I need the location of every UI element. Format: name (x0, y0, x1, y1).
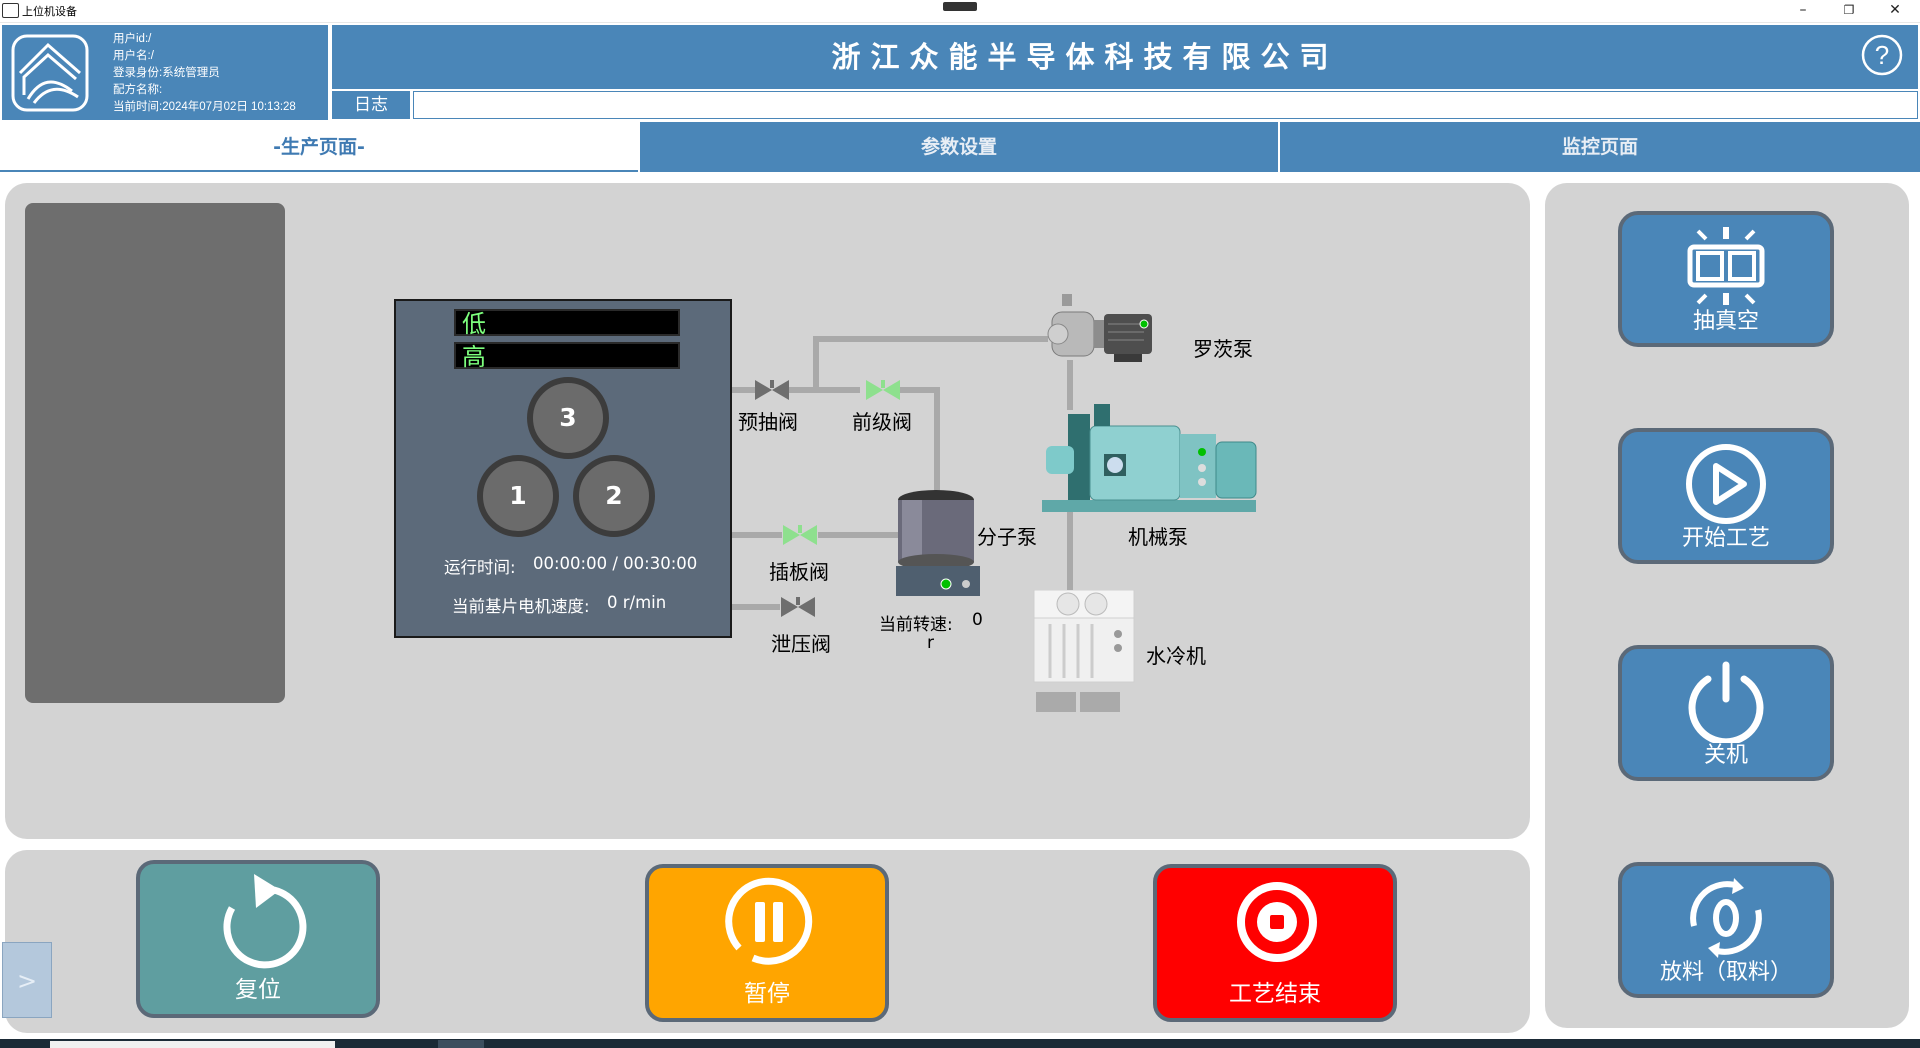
recipe-name: 配方名称: (113, 84, 163, 96)
user-role: 登录身份:系统管理员 (113, 67, 220, 79)
current-speed-value: 0 (972, 610, 983, 630)
roots-pump-icon[interactable] (1044, 294, 1156, 368)
user-id: 用户id:/ (113, 33, 152, 45)
foreline-valve-label: 前级阀 (852, 410, 912, 434)
question-mark-icon[interactable]: ? (1860, 33, 1904, 77)
close-button[interactable]: ✕ (1872, 0, 1918, 22)
expand-panel-button[interactable]: > (2, 942, 52, 1018)
pause-button[interactable]: 暂停 (645, 864, 889, 1022)
taskbar-item[interactable] (438, 1040, 484, 1048)
power-icon (1688, 661, 1764, 743)
shutdown-button[interactable]: 关机 (1618, 645, 1834, 781)
app-icon (2, 3, 19, 18)
vacuum-button[interactable]: 抽真空 (1618, 211, 1834, 347)
level-low-indicator: 低 (454, 309, 680, 338)
mechanical-pump-icon[interactable] (1034, 402, 1260, 514)
molecular-pump-icon[interactable] (896, 488, 980, 600)
taskbar-item[interactable] (50, 1041, 335, 1048)
pipe (728, 532, 782, 538)
pipe (728, 604, 780, 610)
mechanical-pump-label: 机械泵 (1128, 525, 1188, 549)
pipe (728, 387, 755, 393)
end-process-label: 工艺结束 (1229, 981, 1321, 1007)
vacuum-button-label: 抽真空 (1692, 309, 1759, 334)
log-label: 日志 (332, 91, 410, 119)
pipe (934, 387, 940, 495)
minimize-button[interactable]: – (1780, 0, 1826, 22)
substrate-disc-2: 2 (573, 455, 655, 537)
run-time-value: 00:00:00 / 00:30:00 (533, 554, 698, 573)
window-title-bar: 上位机设备 – ❐ ✕ (0, 0, 1920, 23)
end-process-button[interactable]: 工艺结束 (1153, 864, 1397, 1022)
pre-pump-valve-icon[interactable] (753, 378, 791, 402)
gate-valve-icon[interactable] (781, 523, 819, 547)
substrate-disc-1: 1 (477, 455, 559, 537)
substrate-disc-3: 3 (527, 377, 609, 459)
vacuum-icon (1687, 227, 1765, 305)
current-time: 当前时间:2024年07月02日 10:13:28 (113, 101, 296, 113)
pipe (813, 336, 1048, 342)
roots-pump-label: 罗茨泵 (1193, 337, 1253, 361)
foreline-valve-icon[interactable] (864, 378, 902, 402)
reset-label: 复位 (235, 977, 281, 1003)
gate-valve-label: 插板阀 (769, 560, 829, 584)
discharge-icon (1690, 878, 1762, 958)
play-icon (1686, 444, 1766, 524)
pause-label: 暂停 (744, 981, 790, 1007)
stop-icon (1237, 882, 1317, 962)
drag-handle[interactable] (943, 2, 977, 11)
company-name: 浙江众能半导体科技有限公司 (831, 40, 1339, 74)
motor-speed-label: 当前基片电机速度: (452, 597, 590, 616)
log-field[interactable] (413, 91, 1918, 119)
maximize-button[interactable]: ❐ (1826, 0, 1872, 22)
pipe (818, 532, 900, 538)
reset-icon (223, 874, 307, 969)
pipe (1067, 505, 1073, 595)
discharge-label: 放料（取料） (1659, 960, 1792, 985)
run-time-label: 运行时间: (444, 558, 516, 577)
tab-parameters[interactable]: 参数设置 (640, 122, 1278, 172)
user-name: 用户名:/ (113, 50, 154, 62)
shutdown-label: 关机 (1703, 743, 1748, 768)
pause-icon (725, 877, 813, 965)
pre-pump-valve-label: 预抽阀 (738, 410, 798, 434)
company-logo-icon (11, 34, 89, 112)
svg-text:?: ? (1875, 40, 1889, 70)
tab-monitor[interactable]: 监控页面 (1280, 122, 1920, 172)
current-speed-label: 当前转速: (879, 615, 953, 635)
pipe (813, 336, 819, 390)
reset-button[interactable]: 复位 (136, 860, 380, 1018)
tab-production[interactable]: -生产页面- (0, 122, 638, 172)
pipe (788, 387, 860, 393)
motor-speed-value: 0 r/min (607, 593, 667, 612)
current-speed-unit: r (927, 633, 934, 653)
discharge-button[interactable]: 放料（取料） (1618, 862, 1834, 998)
camera-view (25, 203, 285, 703)
start-process-label: 开始工艺 (1681, 526, 1770, 551)
water-chiller-icon[interactable] (1030, 590, 1140, 714)
water-chiller-label: 水冷机 (1146, 644, 1206, 668)
window-title: 上位机设备 (22, 5, 77, 18)
level-high-indicator: 高 (454, 342, 680, 371)
start-process-button[interactable]: 开始工艺 (1618, 428, 1834, 564)
vent-valve-icon[interactable] (779, 595, 817, 619)
vent-valve-label: 泄压阀 (771, 632, 831, 656)
molecular-pump-label: 分子泵 (977, 525, 1037, 549)
